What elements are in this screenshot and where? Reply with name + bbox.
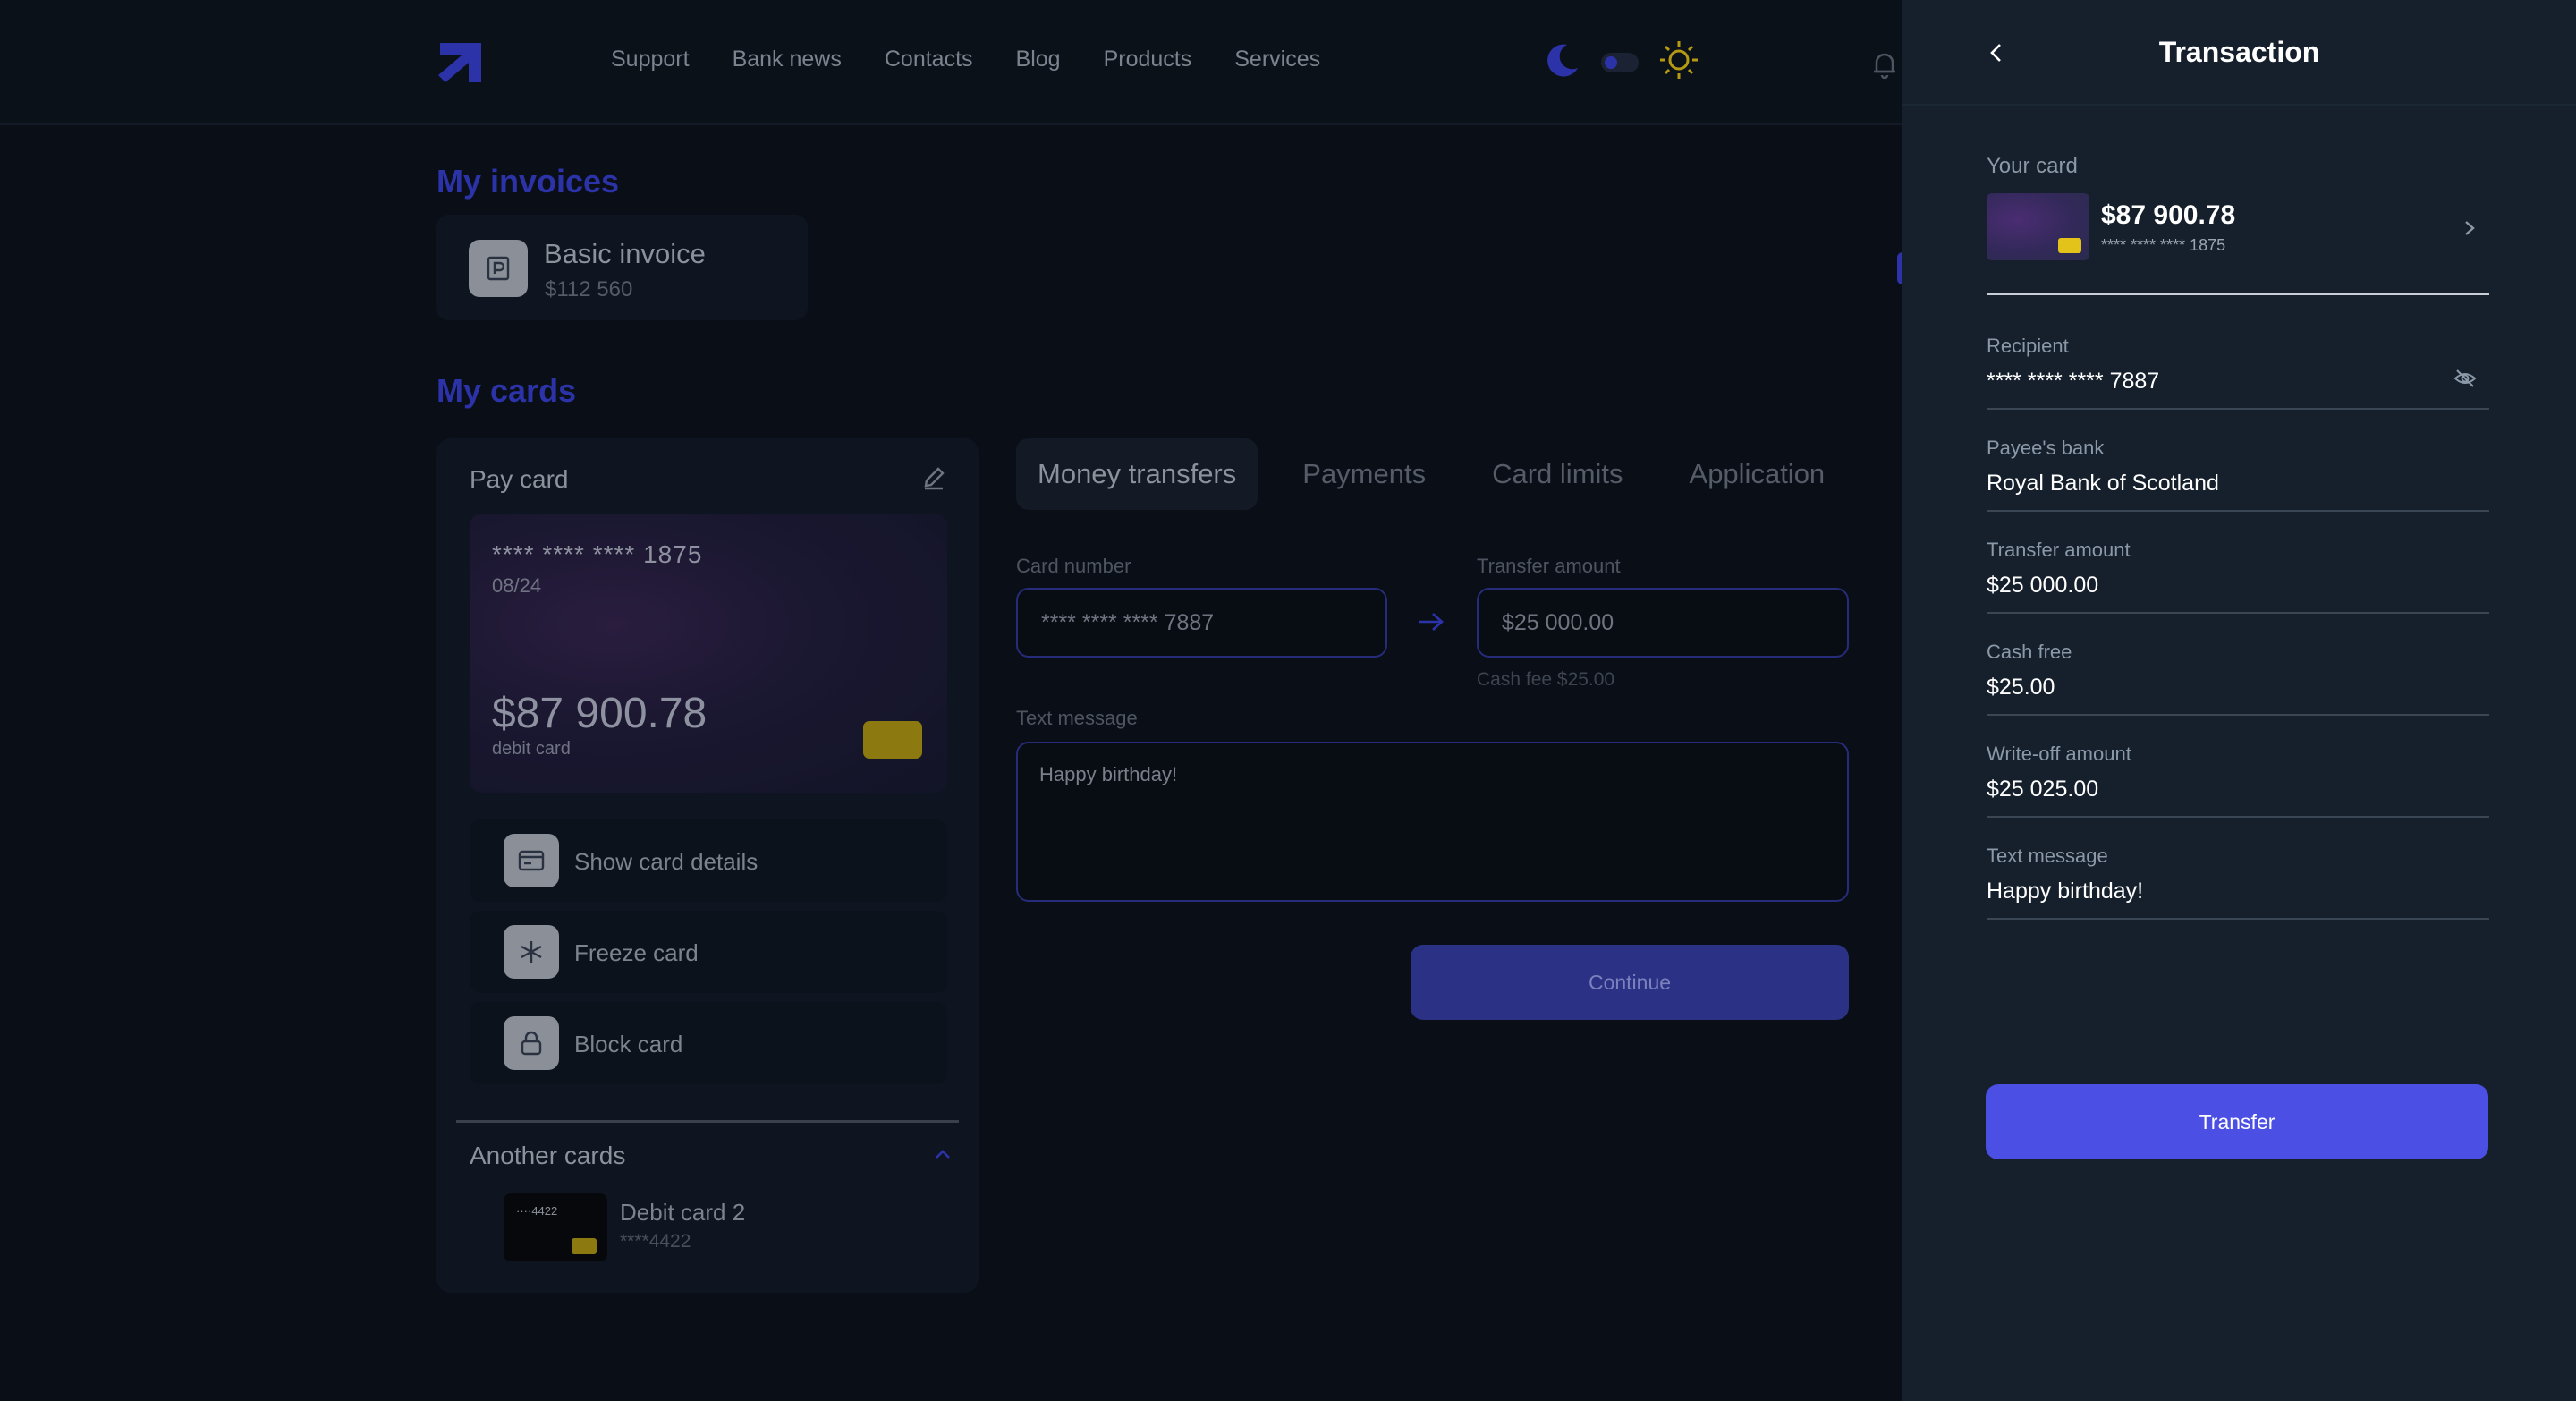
- freeze-card-label: Freeze card: [574, 939, 699, 966]
- cash-fee-field[interactable]: Cash free $25.00: [1987, 641, 2489, 716]
- transfer-tabs: Money transfers Payments Card limits App…: [1016, 438, 1869, 510]
- invoice-card[interactable]: Basic invoice $112 560: [436, 215, 808, 320]
- transfer-amount-field[interactable]: Transfer amount $25 000.00: [1987, 539, 2489, 614]
- text-message-field-value: Happy birthday!: [1987, 879, 2144, 904]
- card-number-input[interactable]: **** **** **** 7887: [1016, 588, 1387, 658]
- text-message-field-label: Text message: [1987, 845, 2108, 867]
- card-balance: $87 900.78: [492, 690, 708, 737]
- cash-fee-value: $25.00: [1987, 675, 2055, 700]
- mini-card-number: ····4422: [516, 1204, 558, 1218]
- pay-card-label: Pay card: [470, 465, 569, 493]
- eye-off-icon[interactable]: [2453, 369, 2477, 393]
- your-card-balance: $87 900.78: [2101, 200, 2236, 230]
- transfer-amount-field-value: $25 000.00: [1987, 573, 2099, 598]
- moon-icon[interactable]: [1544, 41, 1581, 83]
- cards-divider: [456, 1120, 959, 1123]
- write-off-label: Write-off amount: [1987, 743, 2131, 765]
- continue-button[interactable]: Continue: [1411, 945, 1849, 1020]
- nav-item-services[interactable]: Services: [1234, 47, 1320, 72]
- snowflake-icon: [504, 925, 559, 979]
- card-expiry: 08/24: [492, 574, 542, 597]
- transfer-amount-field-label: Transfer amount: [1987, 539, 2131, 561]
- card-type: debit card: [492, 739, 571, 759]
- your-card-label: Your card: [1987, 154, 2078, 178]
- transaction-header: Transaction: [1902, 0, 2576, 106]
- theme-toggle: [1544, 39, 1699, 85]
- recipient-field[interactable]: Recipient **** **** **** 7887: [1987, 335, 2489, 410]
- card-details-icon: [504, 834, 559, 887]
- cash-fee-note: Cash fee $25.00: [1477, 669, 1615, 690]
- cash-fee-label: Cash free: [1987, 641, 2072, 663]
- transfer-button[interactable]: Transfer: [1986, 1084, 2488, 1159]
- invoice-amount: $112 560: [545, 277, 633, 301]
- cards-title: My cards: [436, 372, 577, 409]
- recipient-value: **** **** **** 7887: [1987, 369, 2160, 394]
- payee-bank-label: Payee's bank: [1987, 437, 2105, 459]
- debit-card-2-number: ****4422: [620, 1231, 691, 1252]
- theme-switch[interactable]: [1601, 52, 1639, 72]
- bell-icon[interactable]: [1871, 50, 1898, 83]
- pencil-icon[interactable]: [921, 465, 946, 495]
- nav-item-contacts[interactable]: Contacts: [885, 47, 973, 72]
- block-card-label: Block card: [574, 1031, 683, 1057]
- payee-bank-field[interactable]: Payee's bank Royal Bank of Scotland: [1987, 437, 2489, 512]
- invoice-name: Basic invoice: [544, 238, 706, 269]
- chevron-right-icon: [2462, 218, 2477, 242]
- tab-application[interactable]: Application: [1668, 438, 1847, 510]
- bank-logo-icon[interactable]: [436, 39, 485, 84]
- nav-item-bank-news[interactable]: Bank news: [733, 47, 842, 72]
- your-card-number: **** **** **** 1875: [2101, 236, 2226, 254]
- main-nav: Support Bank news Contacts Blog Products…: [611, 47, 1320, 72]
- mini-card-chip-icon: [572, 1238, 597, 1254]
- write-off-field[interactable]: Write-off amount $25 025.00: [1987, 743, 2489, 818]
- another-cards-label: Another cards: [470, 1142, 626, 1169]
- chevron-up-icon[interactable]: [934, 1148, 952, 1165]
- your-card-selector[interactable]: $87 900.78 **** **** **** 1875: [1987, 191, 2489, 295]
- debit-card-2-thumbnail[interactable]: ····4422: [504, 1193, 607, 1261]
- sun-icon[interactable]: [1658, 39, 1699, 85]
- tab-card-limits[interactable]: Card limits: [1470, 438, 1644, 510]
- recipient-label: Recipient: [1987, 335, 2069, 357]
- payee-bank-value: Royal Bank of Scotland: [1987, 471, 2219, 496]
- transfer-amount-label: Transfer amount: [1477, 555, 1621, 577]
- write-off-value: $25 025.00: [1987, 777, 2099, 802]
- top-header: Support Bank news Contacts Blog Products…: [0, 0, 1902, 125]
- invoices-title: My invoices: [436, 163, 620, 200]
- pay-card[interactable]: **** **** **** 1875 08/24 $87 900.78 deb…: [470, 514, 947, 793]
- card-number: **** **** **** 1875: [492, 540, 703, 568]
- show-card-details-label: Show card details: [574, 848, 758, 875]
- show-card-details-button[interactable]: Show card details: [470, 819, 947, 902]
- card-number-label: Card number: [1016, 555, 1131, 577]
- freeze-card-button[interactable]: Freeze card: [470, 911, 947, 993]
- invoice-icon: [469, 240, 528, 297]
- card-chip-icon: [2058, 238, 2081, 253]
- cards-panel: Pay card **** **** **** 1875 08/24 $87 9…: [436, 438, 979, 1293]
- text-message-field[interactable]: Text message Happy birthday!: [1987, 845, 2489, 920]
- block-card-button[interactable]: Block card: [470, 1002, 947, 1084]
- transaction-title: Transaction: [2158, 36, 2320, 68]
- your-card-thumbnail: [1987, 193, 2089, 260]
- nav-item-support[interactable]: Support: [611, 47, 690, 72]
- lock-icon: [504, 1016, 559, 1070]
- text-message-label: Text message: [1016, 707, 1138, 729]
- transaction-panel: Transaction Your card $87 900.78 **** **…: [1902, 0, 2576, 1401]
- nav-item-blog[interactable]: Blog: [1016, 47, 1061, 72]
- transfer-amount-input[interactable]: $25 000.00: [1477, 588, 1849, 658]
- tab-payments[interactable]: Payments: [1281, 438, 1447, 510]
- text-message-input[interactable]: Happy birthday!: [1016, 742, 1849, 902]
- tab-money-transfers[interactable]: Money transfers: [1016, 438, 1258, 510]
- debit-card-2-name[interactable]: Debit card 2: [620, 1199, 745, 1227]
- card-chip-icon: [863, 721, 922, 759]
- arrow-right-icon: [1418, 610, 1445, 638]
- nav-item-products[interactable]: Products: [1104, 47, 1192, 72]
- main-page: Support Bank news Contacts Blog Products…: [0, 0, 1908, 1401]
